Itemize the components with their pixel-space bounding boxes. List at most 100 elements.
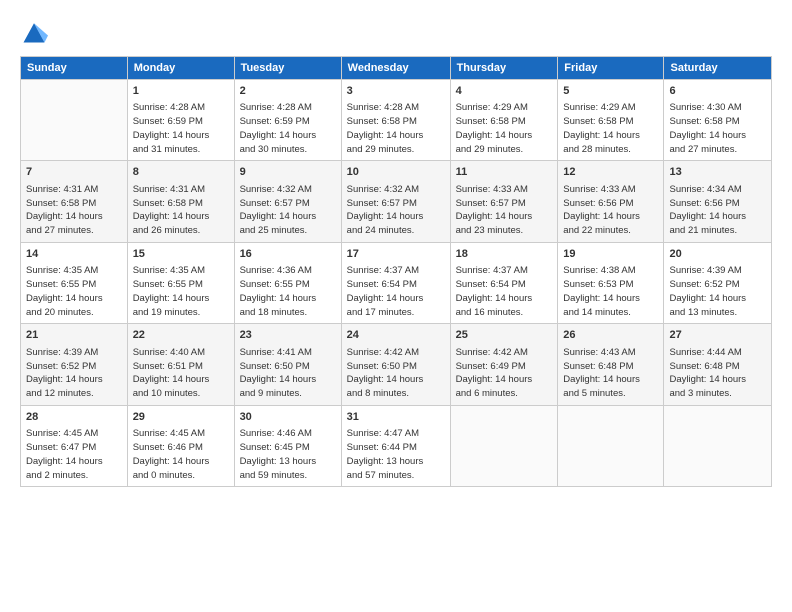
day-info: Sunrise: 4:36 AM Sunset: 6:55 PM Dayligh… xyxy=(240,264,336,319)
day-number: 19 xyxy=(563,247,658,262)
day-number: 6 xyxy=(669,84,766,99)
day-cell: 9 Sunrise: 4:32 AM Sunset: 6:57 PM Daylig… xyxy=(234,161,341,242)
calendar: SundayMondayTuesdayWednesdayThursdayFrid… xyxy=(20,56,772,487)
day-info: Sunrise: 4:32 AM Sunset: 6:57 PM Dayligh… xyxy=(347,183,445,238)
weekday-header-monday: Monday xyxy=(127,57,234,80)
day-number: 27 xyxy=(669,328,766,343)
day-number: 11 xyxy=(456,165,553,180)
day-number: 8 xyxy=(133,165,229,180)
day-cell: 12Sunrise: 4:33 AM Sunset: 6:56 PM Dayli… xyxy=(558,161,664,242)
day-info: Sunrise: 4:31 AM Sunset: 6:58 PM Dayligh… xyxy=(26,183,122,238)
day-cell: 29Sunrise: 4:45 AM Sunset: 6:46 PM Dayli… xyxy=(127,405,234,486)
day-number: 31 xyxy=(347,410,445,425)
day-cell: 31 Sunrise: 4:47 AM Sunset: 6:44 PM Dayli… xyxy=(341,405,450,486)
week-row-4: 21 Sunrise: 4:39 AM Sunset: 6:52 PM Dayli… xyxy=(21,324,772,405)
day-info: Sunrise: 4:39 AM Sunset: 6:52 PM Dayligh… xyxy=(669,264,766,319)
day-cell: 14 Sunrise: 4:35 AM Sunset: 6:55 PM Dayli… xyxy=(21,242,128,323)
day-cell: 5 Sunrise: 4:29 AM Sunset: 6:58 PM Daylig… xyxy=(558,80,664,161)
day-info: Sunrise: 4:30 AM Sunset: 6:58 PM Dayligh… xyxy=(669,101,766,156)
day-number: 23 xyxy=(240,328,336,343)
day-number: 21 xyxy=(26,328,122,343)
day-cell: 13Sunrise: 4:34 AM Sunset: 6:56 PM Dayli… xyxy=(664,161,772,242)
day-number: 1 xyxy=(133,84,229,99)
day-number: 17 xyxy=(347,247,445,262)
calendar-header: SundayMondayTuesdayWednesdayThursdayFrid… xyxy=(21,57,772,80)
weekday-header-wednesday: Wednesday xyxy=(341,57,450,80)
day-info: Sunrise: 4:37 AM Sunset: 6:54 PM Dayligh… xyxy=(347,264,445,319)
day-cell xyxy=(450,405,558,486)
day-info: Sunrise: 4:33 AM Sunset: 6:57 PM Dayligh… xyxy=(456,183,553,238)
day-info: Sunrise: 4:31 AM Sunset: 6:58 PM Dayligh… xyxy=(133,183,229,238)
day-cell: 19Sunrise: 4:38 AM Sunset: 6:53 PM Dayli… xyxy=(558,242,664,323)
day-number: 25 xyxy=(456,328,553,343)
day-number: 5 xyxy=(563,84,658,99)
day-number: 15 xyxy=(133,247,229,262)
day-cell: 23 Sunrise: 4:41 AM Sunset: 6:50 PM Dayli… xyxy=(234,324,341,405)
day-info: Sunrise: 4:46 AM Sunset: 6:45 PM Dayligh… xyxy=(240,427,336,482)
day-number: 24 xyxy=(347,328,445,343)
day-number: 22 xyxy=(133,328,229,343)
weekday-header-friday: Friday xyxy=(558,57,664,80)
day-number: 10 xyxy=(347,165,445,180)
day-cell: 15 Sunrise: 4:35 AM Sunset: 6:55 PM Dayli… xyxy=(127,242,234,323)
day-cell: 25 Sunrise: 4:42 AM Sunset: 6:49 PM Dayli… xyxy=(450,324,558,405)
day-info: Sunrise: 4:35 AM Sunset: 6:55 PM Dayligh… xyxy=(133,264,229,319)
day-info: Sunrise: 4:33 AM Sunset: 6:56 PM Dayligh… xyxy=(563,183,658,238)
day-info: Sunrise: 4:45 AM Sunset: 6:47 PM Dayligh… xyxy=(26,427,122,482)
day-info: Sunrise: 4:32 AM Sunset: 6:57 PM Dayligh… xyxy=(240,183,336,238)
day-number: 14 xyxy=(26,247,122,262)
weekday-header-saturday: Saturday xyxy=(664,57,772,80)
day-number: 20 xyxy=(669,247,766,262)
day-cell: 3 Sunrise: 4:28 AM Sunset: 6:58 PM Daylig… xyxy=(341,80,450,161)
logo xyxy=(20,18,50,46)
day-number: 18 xyxy=(456,247,553,262)
day-info: Sunrise: 4:28 AM Sunset: 6:58 PM Dayligh… xyxy=(347,101,445,156)
day-cell: 1 Sunrise: 4:28 AM Sunset: 6:59 PM Daylig… xyxy=(127,80,234,161)
day-number: 7 xyxy=(26,165,122,180)
day-cell: 22 Sunrise: 4:40 AM Sunset: 6:51 PM Dayli… xyxy=(127,324,234,405)
day-number: 9 xyxy=(240,165,336,180)
day-cell: 8 Sunrise: 4:31 AM Sunset: 6:58 PM Daylig… xyxy=(127,161,234,242)
day-cell: 10 Sunrise: 4:32 AM Sunset: 6:57 PM Dayli… xyxy=(341,161,450,242)
day-info: Sunrise: 4:28 AM Sunset: 6:59 PM Dayligh… xyxy=(133,101,229,156)
day-info: Sunrise: 4:39 AM Sunset: 6:52 PM Dayligh… xyxy=(26,346,122,401)
day-cell xyxy=(664,405,772,486)
day-info: Sunrise: 4:47 AM Sunset: 6:44 PM Dayligh… xyxy=(347,427,445,482)
header xyxy=(20,18,772,46)
week-row-2: 7 Sunrise: 4:31 AM Sunset: 6:58 PM Daylig… xyxy=(21,161,772,242)
day-cell: 27 Sunrise: 4:44 AM Sunset: 6:48 PM Dayli… xyxy=(664,324,772,405)
day-cell: 4 Sunrise: 4:29 AM Sunset: 6:58 PM Daylig… xyxy=(450,80,558,161)
calendar-body: 1 Sunrise: 4:28 AM Sunset: 6:59 PM Daylig… xyxy=(21,80,772,487)
day-info: Sunrise: 4:45 AM Sunset: 6:46 PM Dayligh… xyxy=(133,427,229,482)
day-number: 30 xyxy=(240,410,336,425)
day-number: 3 xyxy=(347,84,445,99)
day-cell: 6 Sunrise: 4:30 AM Sunset: 6:58 PM Daylig… xyxy=(664,80,772,161)
day-cell: 18 Sunrise: 4:37 AM Sunset: 6:54 PM Dayli… xyxy=(450,242,558,323)
day-cell xyxy=(558,405,664,486)
weekday-header-thursday: Thursday xyxy=(450,57,558,80)
day-info: Sunrise: 4:43 AM Sunset: 6:48 PM Dayligh… xyxy=(563,346,658,401)
week-row-5: 28Sunrise: 4:45 AM Sunset: 6:47 PM Dayli… xyxy=(21,405,772,486)
day-cell: 30 Sunrise: 4:46 AM Sunset: 6:45 PM Dayli… xyxy=(234,405,341,486)
day-info: Sunrise: 4:42 AM Sunset: 6:49 PM Dayligh… xyxy=(456,346,553,401)
day-info: Sunrise: 4:40 AM Sunset: 6:51 PM Dayligh… xyxy=(133,346,229,401)
day-cell xyxy=(21,80,128,161)
week-row-1: 1 Sunrise: 4:28 AM Sunset: 6:59 PM Daylig… xyxy=(21,80,772,161)
day-info: Sunrise: 4:29 AM Sunset: 6:58 PM Dayligh… xyxy=(456,101,553,156)
weekday-row: SundayMondayTuesdayWednesdayThursdayFrid… xyxy=(21,57,772,80)
day-info: Sunrise: 4:35 AM Sunset: 6:55 PM Dayligh… xyxy=(26,264,122,319)
day-number: 4 xyxy=(456,84,553,99)
day-cell: 21 Sunrise: 4:39 AM Sunset: 6:52 PM Dayli… xyxy=(21,324,128,405)
day-info: Sunrise: 4:29 AM Sunset: 6:58 PM Dayligh… xyxy=(563,101,658,156)
day-cell: 20 Sunrise: 4:39 AM Sunset: 6:52 PM Dayli… xyxy=(664,242,772,323)
day-cell: 11 Sunrise: 4:33 AM Sunset: 6:57 PM Dayli… xyxy=(450,161,558,242)
day-info: Sunrise: 4:28 AM Sunset: 6:59 PM Dayligh… xyxy=(240,101,336,156)
day-info: Sunrise: 4:37 AM Sunset: 6:54 PM Dayligh… xyxy=(456,264,553,319)
day-number: 2 xyxy=(240,84,336,99)
day-info: Sunrise: 4:44 AM Sunset: 6:48 PM Dayligh… xyxy=(669,346,766,401)
day-info: Sunrise: 4:42 AM Sunset: 6:50 PM Dayligh… xyxy=(347,346,445,401)
day-info: Sunrise: 4:41 AM Sunset: 6:50 PM Dayligh… xyxy=(240,346,336,401)
weekday-header-sunday: Sunday xyxy=(21,57,128,80)
page: SundayMondayTuesdayWednesdayThursdayFrid… xyxy=(0,0,792,497)
week-row-3: 14 Sunrise: 4:35 AM Sunset: 6:55 PM Dayli… xyxy=(21,242,772,323)
